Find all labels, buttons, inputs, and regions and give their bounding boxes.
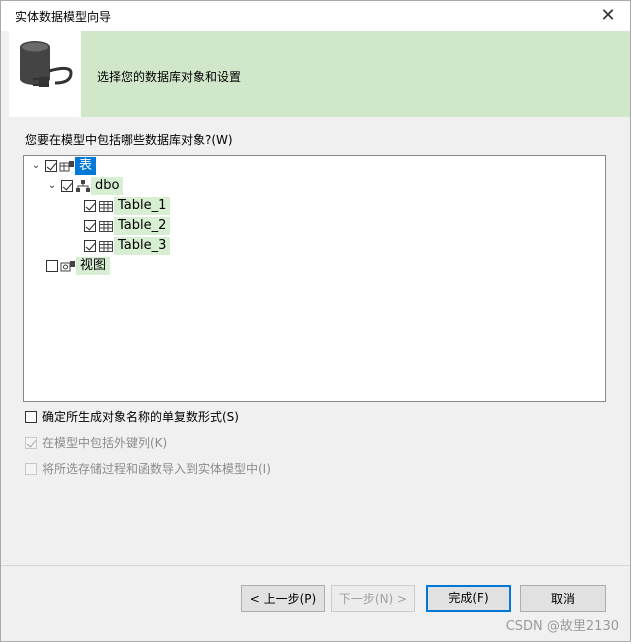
tables-label[interactable]: 表 xyxy=(75,157,97,175)
tree-node-table[interactable]: Table_1 xyxy=(84,197,171,215)
import-procedures-checkbox xyxy=(25,462,37,475)
objects-question-label: 您要在模型中包括哪些数据库对象?(W) xyxy=(25,133,233,147)
window-title: 实体数据模型向导 xyxy=(15,10,112,24)
close-icon[interactable]: ✕ xyxy=(594,3,622,29)
views-label[interactable]: 视图 xyxy=(76,257,111,275)
import-procedures-option: 将所选存储过程和函数导入到实体模型中(I) xyxy=(25,460,271,477)
back-button[interactable]: < 上一步(P) xyxy=(241,585,325,612)
table-grid-icon xyxy=(98,199,114,213)
pluralize-option[interactable]: 确定所生成对象名称的单复数形式(S) xyxy=(25,408,239,425)
table-grid-icon xyxy=(98,239,114,253)
schema-icon xyxy=(75,179,91,193)
csdn-watermark: CSDN @故里2130 xyxy=(505,619,619,634)
table-3-label[interactable]: Table_3 xyxy=(114,237,171,255)
dbo-label[interactable]: dbo xyxy=(91,177,124,195)
wizard-banner: 选择您的数据库对象和设置 xyxy=(9,31,630,117)
title-bar: 实体数据模型向导 ✕ xyxy=(1,1,630,31)
tree-node-dbo[interactable]: ⌄ dbo xyxy=(46,177,124,195)
banner-heading: 选择您的数据库对象和设置 xyxy=(97,70,242,84)
import-procedures-label: 将所选存储过程和函数导入到实体模型中(I) xyxy=(42,462,271,476)
pluralize-label[interactable]: 确定所生成对象名称的单复数形式(S) xyxy=(42,408,239,425)
database-plug-icon xyxy=(9,31,81,117)
foreign-keys-checkbox xyxy=(25,436,37,449)
foreign-keys-option: 在模型中包括外键列(K) xyxy=(25,434,167,451)
table-1-label[interactable]: Table_1 xyxy=(114,197,171,215)
chevron-down-icon[interactable]: ⌄ xyxy=(30,160,42,172)
database-objects-tree[interactable]: ⌄ 表 ⌄ dbo Table_1 Table_2 Table_3 视图 xyxy=(23,155,606,402)
foreign-keys-label: 在模型中包括外键列(K) xyxy=(42,436,168,450)
table-1-checkbox[interactable] xyxy=(84,200,96,212)
views-folder-icon xyxy=(60,259,76,273)
tree-node-table[interactable]: Table_2 xyxy=(84,217,171,235)
tables-folder-icon xyxy=(59,159,75,173)
entity-data-model-wizard: 实体数据模型向导 ✕ 选择您的数据库对象和设置 您要在模型中包括哪些数据库对象?… xyxy=(0,0,631,642)
views-checkbox[interactable] xyxy=(46,260,58,272)
pluralize-checkbox[interactable] xyxy=(25,410,37,423)
tree-node-tables[interactable]: ⌄ 表 xyxy=(30,157,97,175)
dbo-checkbox[interactable] xyxy=(61,180,73,192)
tree-node-views[interactable]: 视图 xyxy=(46,257,111,275)
table-2-label[interactable]: Table_2 xyxy=(114,217,171,235)
table-2-checkbox[interactable] xyxy=(84,220,96,232)
table-3-checkbox[interactable] xyxy=(84,240,96,252)
table-grid-icon xyxy=(98,219,114,233)
finish-button[interactable]: 完成(F) xyxy=(426,585,511,612)
footer-divider xyxy=(1,565,630,566)
chevron-down-icon[interactable]: ⌄ xyxy=(46,180,58,192)
tree-node-table[interactable]: Table_3 xyxy=(84,237,171,255)
tables-checkbox[interactable] xyxy=(45,160,57,172)
next-button: 下一步(N) > xyxy=(331,585,415,612)
cancel-button[interactable]: 取消 xyxy=(520,585,606,612)
